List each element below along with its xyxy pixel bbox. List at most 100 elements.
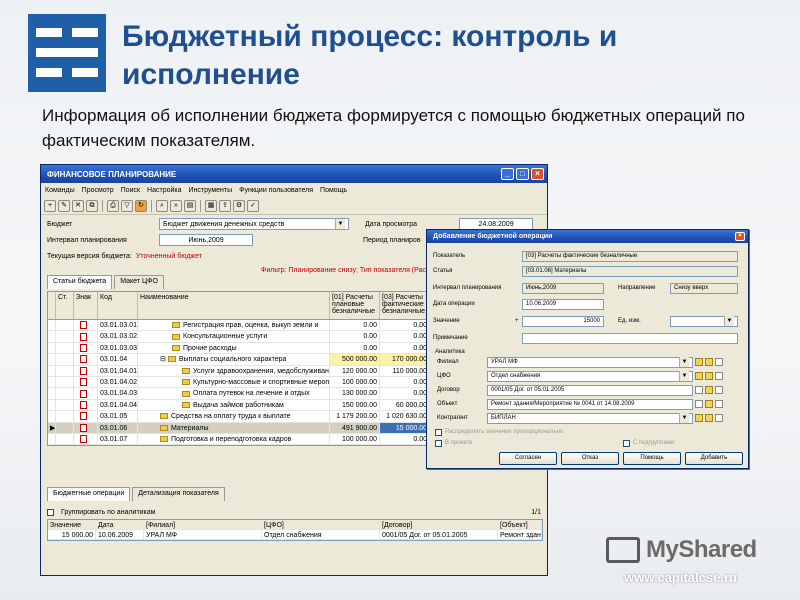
op-date-row: Дата операции 10.06.2009 (427, 298, 604, 310)
main-window-titlebar[interactable]: ФИНАНСОВОЕ ПЛАНИРОВАНИЕ _ □ × (41, 165, 547, 183)
refresh-icon[interactable]: ↻ (135, 199, 147, 212)
budget-tabs: Статьи бюджета Макет ЦФО (47, 275, 164, 289)
close-icon[interactable]: × (531, 168, 544, 180)
col-header-st[interactable]: Ст. (56, 292, 74, 319)
folder-icon[interactable] (705, 372, 713, 380)
cancel-button[interactable]: Отказ (561, 452, 619, 465)
group-row: Группировать по аналитикам 1/1 (47, 505, 541, 519)
menu-item-settings[interactable]: Настройка (147, 187, 181, 194)
menu-item-view[interactable]: Просмотр (82, 187, 114, 194)
new-icon[interactable]: + (44, 199, 56, 212)
folder-icon[interactable] (705, 358, 713, 366)
menu-item-user-functions[interactable]: Функции пользователя (239, 187, 313, 194)
folder-icon (182, 379, 190, 386)
project-row: В проекте С подгруппами (427, 437, 748, 449)
document-icon (80, 343, 87, 352)
help-button[interactable]: Помощь (623, 452, 681, 465)
export-icon[interactable]: ⇪ (219, 199, 231, 212)
maximize-icon[interactable]: □ (516, 168, 529, 180)
interval-row: Интервал планирования Июнь,2009 Период п… (47, 233, 421, 247)
print-icon[interactable]: ⎙ (107, 199, 119, 212)
menu-item-help[interactable]: Помощь (320, 187, 347, 194)
close-icon[interactable]: × (735, 232, 745, 241)
delete-icon[interactable]: ✕ (72, 199, 84, 212)
pick-icon[interactable] (695, 358, 703, 366)
col-header-sign[interactable]: Знак (74, 292, 98, 319)
branch-select[interactable]: УРАЛ МФ ▼ (487, 356, 693, 368)
object-field[interactable]: Ремонт здания/Мероприятие № 0041 от 14.0… (487, 398, 693, 410)
agree-button[interactable]: Согласен (499, 452, 557, 465)
search-icon[interactable]: ⌕ (156, 199, 168, 212)
slide-subtitle: Информация об исполнении бюджета формиру… (42, 106, 745, 150)
chevron-down-icon[interactable]: ▼ (679, 357, 689, 367)
copy-icon[interactable]: ⧉ (86, 199, 98, 212)
col-header-plan[interactable]: [01] Расчеты плановые безналичные (330, 292, 380, 319)
chevron-down-icon[interactable]: ▼ (679, 413, 689, 423)
document-icon[interactable] (695, 400, 703, 408)
tab-indicator-detail[interactable]: Детализация показателя (132, 487, 225, 501)
cfo-select[interactable]: Отдел снабжения ▼ (487, 370, 693, 382)
col-header-name[interactable]: Наименование (138, 292, 330, 319)
menu-item-search[interactable]: Поиск (121, 187, 140, 194)
col-header-fact[interactable]: [03] Расчеты фактические безналичные (380, 292, 430, 319)
clear-icon[interactable] (715, 372, 723, 380)
group-checkbox[interactable] (47, 508, 54, 516)
value-sign[interactable]: + (515, 318, 522, 324)
edit-icon[interactable]: ✎ (58, 199, 70, 212)
folder-icon[interactable] (705, 414, 713, 422)
article-field: [03.01.06] Материалы (522, 265, 738, 277)
menu-item-tools[interactable]: Инструменты (189, 187, 233, 194)
clear-icon[interactable] (715, 358, 723, 366)
indicator-row: Показатель [03] Расчеты фактические безн… (427, 250, 748, 262)
table-row[interactable]: 15 000.00 10.06.2009 УРАЛ МФ Отдел снабж… (48, 530, 542, 540)
find-next-icon[interactable]: » (170, 199, 182, 212)
document-icon (80, 355, 87, 364)
indicator-field: [03] Расчеты фактические безналичные (522, 250, 738, 262)
minimize-icon[interactable]: _ (501, 168, 514, 180)
tab-budget-articles[interactable]: Статьи бюджета (47, 275, 113, 289)
folder-icon[interactable] (705, 386, 713, 394)
op-date-field[interactable]: 10.06.2009 (522, 298, 604, 310)
current-version-row: Текущая версия бюджета: Уточненный бюдже… (47, 249, 202, 263)
pick-icon[interactable] (695, 414, 703, 422)
tab-budget-operations[interactable]: Бюджетные операции (47, 487, 131, 501)
budget-select[interactable]: Бюджет движения денежных средств ▼ (159, 218, 349, 230)
filter-icon[interactable]: ▽ (121, 199, 133, 212)
chevron-down-icon[interactable]: ▼ (724, 316, 734, 326)
expand-icon[interactable]: ⊟ (160, 356, 168, 363)
document-icon[interactable] (695, 386, 703, 394)
tab-cfo-layout[interactable]: Макет ЦФО (114, 275, 164, 289)
dialog-titlebar[interactable]: Добавление бюджетной операции × (427, 230, 748, 243)
chevron-down-icon[interactable]: ▼ (335, 219, 345, 229)
subgroups-checkbox[interactable] (622, 439, 630, 447)
filter-text: Фильтр: Планирование снизу; Тип показате… (261, 266, 440, 274)
check-icon[interactable]: ✓ (247, 199, 259, 212)
direction-field: Снизу вверх (670, 282, 738, 294)
pick-icon[interactable] (695, 372, 703, 380)
note-field[interactable] (522, 332, 738, 344)
unit-select[interactable]: ▼ (670, 315, 738, 327)
folder-icon (172, 344, 180, 351)
interval-field[interactable]: Июнь,2009 (159, 234, 253, 246)
clear-icon[interactable] (715, 400, 723, 408)
settings-icon[interactable]: ⚙ (233, 199, 245, 212)
contract-field[interactable]: 0001/05 Дог. от 05.01.2005 (487, 384, 693, 396)
budget-label: Бюджет (47, 220, 73, 228)
chart-icon[interactable]: ▦ (205, 199, 217, 212)
clear-icon[interactable] (715, 386, 723, 394)
folder-icon[interactable] (705, 400, 713, 408)
add-button[interactable]: Добавить (685, 452, 743, 465)
toolbar: + ✎ ✕ ⧉ ⎙ ▽ ↻ ⌕ » ▤ ▦ ⇪ ⚙ ✓ (41, 197, 547, 215)
menu-bar: Команды Просмотр Поиск Настройка Инструм… (41, 183, 547, 197)
counterparty-select[interactable]: БИПЛАН ▼ (487, 412, 693, 424)
distribute-checkbox[interactable] (435, 428, 442, 436)
clear-icon[interactable] (715, 414, 723, 422)
dialog-title: Добавление бюджетной операции (433, 233, 553, 240)
value-field[interactable]: 15000 (522, 315, 604, 327)
document-icon (80, 321, 87, 330)
chevron-down-icon[interactable]: ▼ (679, 371, 689, 381)
menu-item-commands[interactable]: Команды (45, 187, 75, 194)
col-header-code[interactable]: Код (98, 292, 138, 319)
in-project-checkbox[interactable] (435, 439, 442, 447)
document-icon[interactable]: ▤ (184, 199, 196, 212)
